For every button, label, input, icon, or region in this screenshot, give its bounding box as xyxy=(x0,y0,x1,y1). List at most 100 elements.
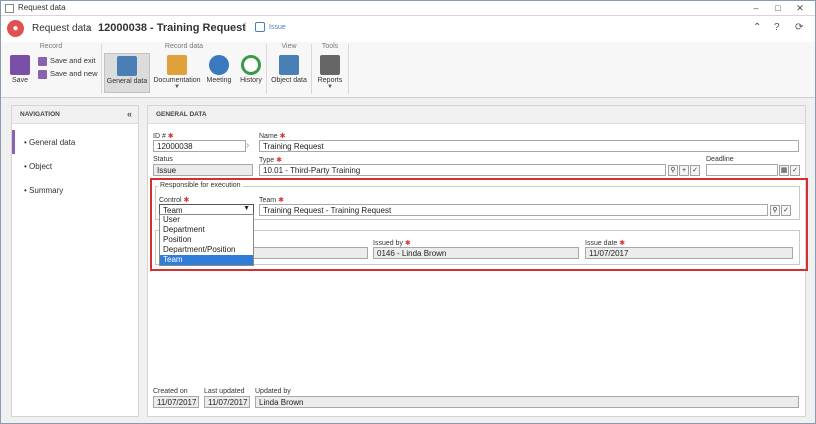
required-icon: ✱ xyxy=(404,240,411,247)
team-label-text: Team xyxy=(259,197,277,204)
refresh-icon[interactable]: ⟳ xyxy=(795,22,803,33)
name-label: Name ✱ xyxy=(259,132,286,140)
last-updated-field: 11/07/2017 xyxy=(204,396,250,408)
status-field: Issue xyxy=(153,164,253,176)
group-separator xyxy=(311,44,312,94)
control-option-team[interactable]: Team xyxy=(160,255,253,265)
history-button[interactable]: History xyxy=(237,55,265,84)
general-data-heading: GENERAL DATA xyxy=(148,106,805,124)
nav-item-summary[interactable]: • Summary xyxy=(12,178,138,202)
collapse-navigation-icon[interactable]: « xyxy=(127,109,132,119)
object-data-label: Object data xyxy=(271,77,307,84)
id-field[interactable]: 12000038 xyxy=(153,140,246,152)
type-search-icon[interactable]: ⚲ xyxy=(668,165,678,176)
issued-by-field: 0146 - Linda Brown xyxy=(373,247,579,259)
required-icon: ✱ xyxy=(167,133,174,140)
group-label-record-data: Record data xyxy=(164,43,204,50)
app-logo-icon: ● xyxy=(7,20,24,37)
documentation-dropdown-icon: ▼ xyxy=(174,84,180,90)
group-separator xyxy=(266,44,267,94)
created-on-label: Created on xyxy=(153,388,188,395)
nav-item-general-data[interactable]: • General data xyxy=(12,130,138,154)
control-option-department-position[interactable]: Department/Position xyxy=(160,245,253,255)
object-data-button[interactable]: Object data xyxy=(269,55,309,84)
required-icon: ✱ xyxy=(278,197,284,204)
required-icon: ✱ xyxy=(183,197,190,204)
ribbon-toolbar: Record Record data View Tools Save Save … xyxy=(1,42,815,98)
nav-item-object[interactable]: • Object xyxy=(12,154,138,178)
save-and-new-button[interactable]: Save and new xyxy=(38,69,98,79)
reports-label: Reports xyxy=(317,77,343,84)
nav-item-label: General data xyxy=(29,138,76,147)
maximize-button[interactable]: □ xyxy=(767,1,789,15)
minimize-button[interactable]: – xyxy=(745,1,767,15)
status-label: Status xyxy=(153,156,173,163)
team-field[interactable]: Training Request - Training Request xyxy=(259,204,768,216)
close-button[interactable]: ✕ xyxy=(789,1,811,15)
nav-item-label: Object xyxy=(29,162,53,171)
deadline-label: Deadline xyxy=(706,156,734,163)
last-updated-label: Last updated xyxy=(204,388,245,395)
object-data-icon xyxy=(279,55,299,75)
type-clear-icon[interactable]: ✓ xyxy=(690,165,700,176)
help-icon[interactable]: ? xyxy=(774,22,780,33)
documentation-label: Documentation xyxy=(153,77,201,84)
control-label-text: Control xyxy=(159,197,182,204)
history-label: History xyxy=(240,77,262,84)
calendar-icon[interactable]: ▦ xyxy=(779,165,789,176)
breadcrumb-chevron-icon: › xyxy=(87,23,91,34)
documentation-icon xyxy=(167,55,187,75)
control-select-chevron-icon: ▼ xyxy=(243,205,250,212)
id-arrow-icon[interactable]: › xyxy=(246,140,249,151)
type-label: Type ✱ xyxy=(259,156,282,164)
control-option-position[interactable]: Position xyxy=(160,235,253,245)
issuer-field xyxy=(251,247,368,259)
printer-icon xyxy=(320,55,340,75)
group-label-record: Record xyxy=(39,43,63,50)
type-label-text: Type xyxy=(259,157,275,164)
reports-button[interactable]: Reports ▼ xyxy=(315,55,345,90)
required-icon: ✱ xyxy=(279,133,286,140)
save-icon xyxy=(10,55,30,75)
id-label-text: ID # xyxy=(153,133,166,140)
nav-item-label: Summary xyxy=(29,186,64,195)
control-dropdown-list: User Department Position Department/Posi… xyxy=(159,214,254,266)
title-bar: Request data – □ ✕ xyxy=(1,1,815,16)
reports-dropdown-icon: ▼ xyxy=(327,84,333,90)
status-link[interactable]: Issue xyxy=(269,24,286,31)
issued-by-label: Issued by ✱ xyxy=(373,239,411,247)
group-label-view: View xyxy=(281,43,297,50)
team-search-icon[interactable]: ⚲ xyxy=(770,205,780,216)
window-icon xyxy=(5,4,14,13)
required-icon: ✱ xyxy=(619,240,626,247)
save-label: Save xyxy=(12,77,28,84)
deadline-clear-icon[interactable]: ✓ xyxy=(790,165,800,176)
app-window: Request data – □ ✕ ● Request data › 1200… xyxy=(0,0,816,424)
type-add-icon[interactable]: + xyxy=(679,165,689,176)
issue-date-field: 11/07/2017 xyxy=(585,247,793,259)
save-button[interactable]: Save xyxy=(7,55,33,84)
save-and-exit-label: Save and exit xyxy=(50,56,96,65)
issued-by-label-text: Issued by xyxy=(373,240,403,247)
team-clear-icon[interactable]: ✓ xyxy=(781,205,791,216)
general-data-button[interactable]: General data xyxy=(104,53,150,93)
documentation-button[interactable]: Documentation ▼ xyxy=(153,55,201,90)
updated-by-field: Linda Brown xyxy=(255,396,799,408)
name-label-text: Name xyxy=(259,133,278,140)
collapse-header-icon[interactable]: ⌃ xyxy=(753,22,761,33)
issue-date-label: Issue date ✱ xyxy=(585,239,625,247)
issue-status-icon xyxy=(255,22,265,32)
save-and-exit-button[interactable]: Save and exit xyxy=(38,56,95,66)
required-icon: ✱ xyxy=(276,157,283,164)
deadline-field[interactable] xyxy=(706,164,778,176)
name-field[interactable]: Training Request xyxy=(259,140,799,152)
type-field[interactable]: 10.01 - Third-Party Training xyxy=(259,164,666,176)
control-option-user[interactable]: User xyxy=(160,215,253,225)
navigation-panel: NAVIGATION « • General data • Object • S… xyxy=(11,105,139,417)
meeting-button[interactable]: Meeting xyxy=(204,55,234,84)
group-separator xyxy=(348,44,349,94)
breadcrumb-root[interactable]: Request data xyxy=(32,23,92,34)
control-option-department[interactable]: Department xyxy=(160,225,253,235)
general-data-icon xyxy=(117,56,137,76)
id-label: ID # ✱ xyxy=(153,132,174,140)
